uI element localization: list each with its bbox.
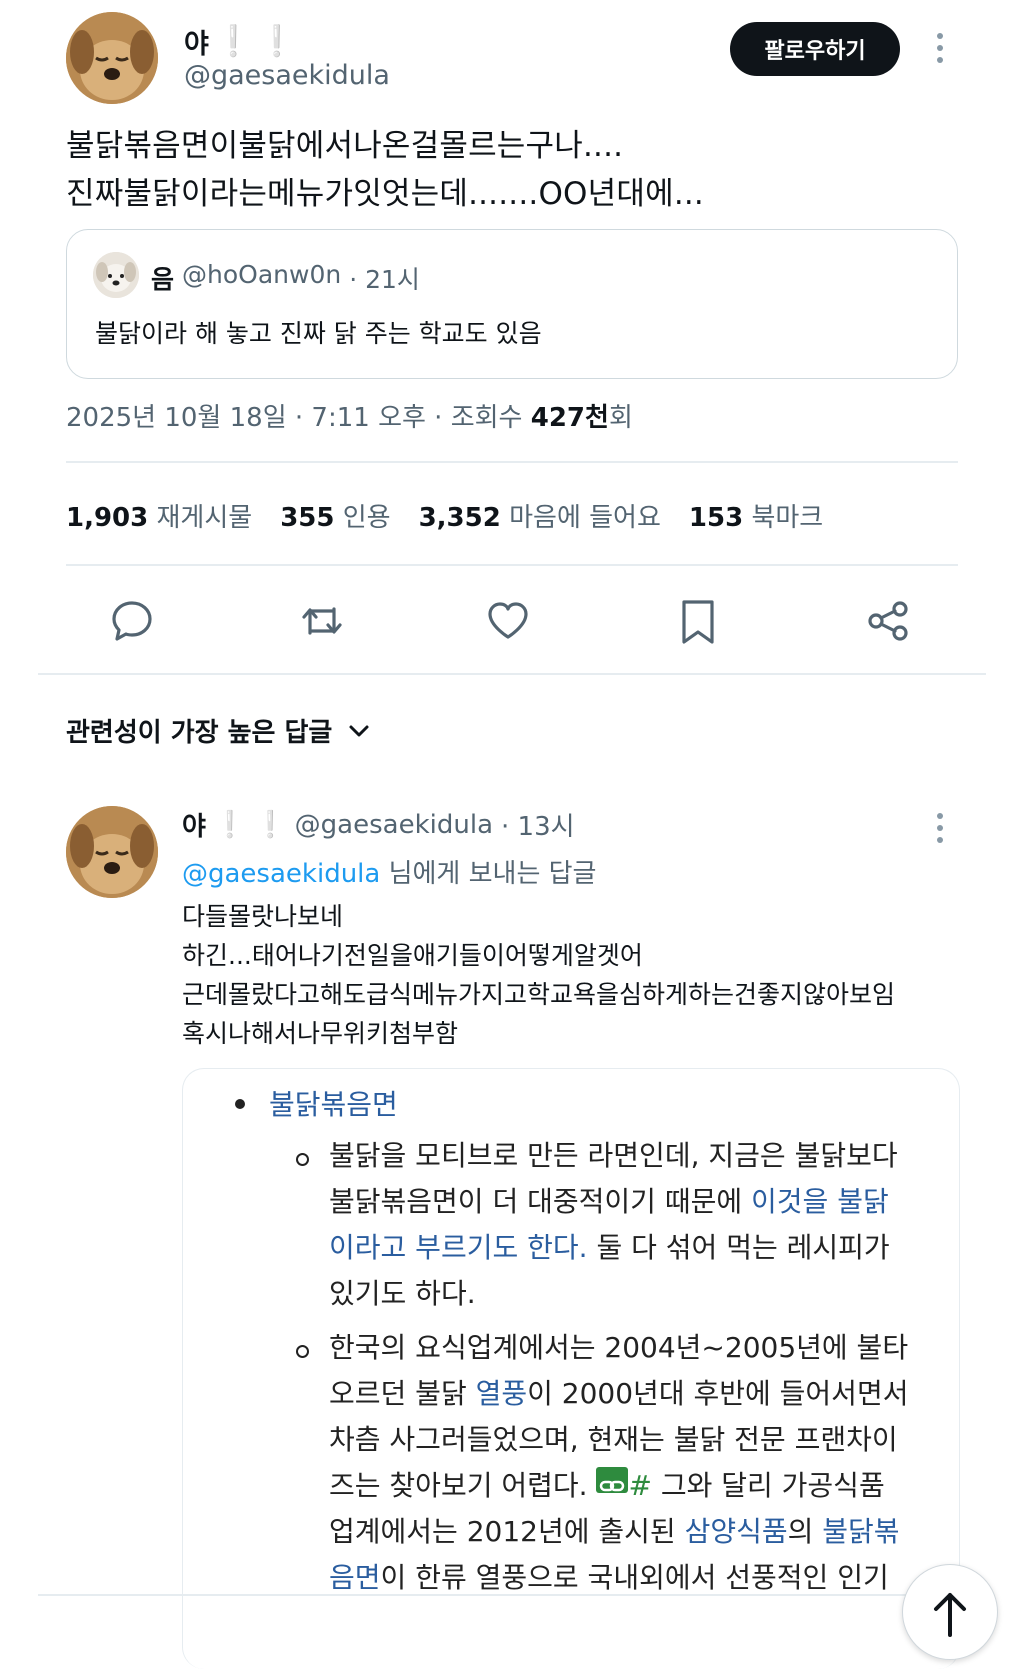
follow-button[interactable]: 팔로우하기 — [730, 22, 900, 76]
repost-icon[interactable] — [296, 597, 348, 649]
quoted-tweet[interactable]: 음 @hoOanw0n · 21시 불닭이라 해 놓고 진짜 닭 주는 학교도 … — [66, 229, 958, 379]
stat-likes[interactable]: 3,352 마음에 들어요 — [419, 497, 661, 534]
embed-link[interactable]: 이라고 부르기도 한다. — [329, 1231, 588, 1264]
tweet-text-line: 불닭볶음면이불닭에서나온걸몰르는구나.... — [66, 128, 624, 164]
reply-author-avatar[interactable] — [66, 806, 158, 898]
quote-header: 음 @hoOanw0n · 21시 — [151, 260, 420, 296]
embed-paragraph-2: 한국의 요식업계에서는 2004년~2005년에 불타 오르던 불닭 열풍이 2… — [329, 1331, 909, 1594]
exclamation-emoji-icon: ❕ — [258, 24, 296, 59]
exclamation-emoji-icon: ❕ — [214, 24, 253, 59]
replying-to-suffix: 님에게 보내는 답글 — [380, 859, 597, 889]
reply-icon[interactable] — [108, 597, 156, 649]
replies-sort-label: 관련성이 가장 높은 답글 — [66, 718, 333, 748]
reply-text-line: 다들몰랏나보네 — [182, 902, 344, 931]
tweet-text: 불닭볶음면이불닭에서나온걸몰르는구나.... 진짜불닭이라는메뉴가잇엇는데...… — [66, 122, 704, 218]
embed-link[interactable]: 불닭볶 — [822, 1515, 899, 1548]
reply-header: 야 ❕ ❕ @gaesaekidula · 13시 — [182, 806, 575, 843]
quote-text: 불닭이라 해 놓고 진짜 닭 주는 학교도 있음 — [95, 319, 542, 348]
attached-image[interactable]: 불닭볶음면 불닭을 모티브로 만든 라면인데, 지금은 불닭보다 불닭볶음면이 … — [182, 1068, 960, 1669]
tweet-text-line: 진짜불닭이라는메뉴가잇엇는데.......OO년대에... — [66, 176, 704, 212]
replying-to-handle[interactable]: @gaesaekidula — [182, 859, 380, 889]
embed-paragraph-1: 불닭을 모티브로 만든 라면인데, 지금은 불닭보다 불닭볶음면이 더 대중적이… — [329, 1139, 898, 1310]
divider — [66, 564, 958, 566]
share-icon[interactable] — [864, 597, 912, 649]
timestamp-views: 2025년 10월 18일 · 7:11 오후 · 조회수 — [66, 403, 531, 433]
quote-author-handle: @hoOanw0n — [182, 260, 342, 289]
reply-more-options-icon[interactable] — [928, 808, 952, 848]
reply-text-line: 근데몰랐다고해도급식메뉴가지고학교욕을심하게하는건좋지않아보임 — [182, 980, 896, 1009]
author-avatar[interactable] — [66, 12, 158, 104]
exclamation-emoji-icon: ❕ — [213, 809, 247, 840]
author-name-row: 야 ❕ ❕ — [184, 22, 296, 61]
quote-avatar — [93, 252, 139, 298]
like-icon[interactable] — [484, 597, 532, 649]
reply-author-handle[interactable]: @gaesaekidula — [295, 810, 493, 840]
author-handle[interactable]: @gaesaekidula — [184, 60, 390, 91]
more-options-icon[interactable] — [928, 28, 952, 68]
stat-bookmarks[interactable]: 153 북마크 — [689, 497, 823, 534]
divider — [38, 673, 986, 675]
sub-bullet-icon — [296, 1345, 309, 1358]
stat-reposts[interactable]: 1,903 재게시물 — [66, 497, 252, 534]
embed-link[interactable]: 음면 — [329, 1561, 381, 1594]
bookmark-icon[interactable] — [676, 597, 720, 651]
reply-text-line: 하긴...태어나기전일을애기들이어떻게알겟어 — [182, 941, 643, 970]
reply-text: 다들몰랏나보네 하긴...태어나기전일을애기들이어떻게알겟어 근데몰랐다고해도급… — [182, 897, 895, 1053]
replying-to: @gaesaekidula 님에게 보내는 답글 — [182, 853, 596, 890]
divider — [38, 1594, 986, 1596]
stat-quotes[interactable]: 355 인용 — [280, 497, 390, 534]
quote-author-name: 음 — [151, 265, 175, 294]
chevron-down-icon — [349, 725, 369, 736]
quote-time: · 21시 — [349, 265, 420, 294]
replies-sort-dropdown[interactable]: 관련성이 가장 높은 답글 — [66, 712, 372, 749]
scroll-to-top-button[interactable] — [902, 1564, 998, 1660]
bullet-dot-icon — [235, 1099, 245, 1109]
author-name[interactable]: 야 — [184, 22, 209, 61]
view-suffix: 회 — [608, 403, 633, 433]
arrow-up-icon — [934, 1593, 966, 1637]
chain-link-icon[interactable] — [596, 1467, 629, 1493]
exclamation-emoji-icon: ❕ — [254, 809, 287, 840]
embed-link[interactable]: 삼양식품 — [685, 1515, 788, 1548]
sub-bullet-icon — [296, 1153, 309, 1166]
reply-author-name[interactable]: 야 — [182, 806, 206, 843]
view-count: 427천 — [530, 403, 609, 433]
embed-link[interactable]: 이것을 불닭 — [751, 1185, 889, 1218]
embed-bullet-title: 불닭볶음면 — [269, 1088, 398, 1121]
divider — [66, 461, 958, 463]
hash-link[interactable]: # — [628, 1469, 651, 1502]
embed-link[interactable]: 열풍 — [476, 1377, 528, 1410]
reply-text-line: 혹시나해서나무위키첨부함 — [182, 1019, 459, 1048]
tweet-meta: 2025년 10월 18일 · 7:11 오후 · 조회수 427천회 — [66, 397, 633, 434]
engagement-stats: 1,903 재게시물 355 인용 3,352 마음에 들어요 153 북마크 — [66, 497, 823, 534]
reply-time: · 13시 — [501, 812, 575, 842]
